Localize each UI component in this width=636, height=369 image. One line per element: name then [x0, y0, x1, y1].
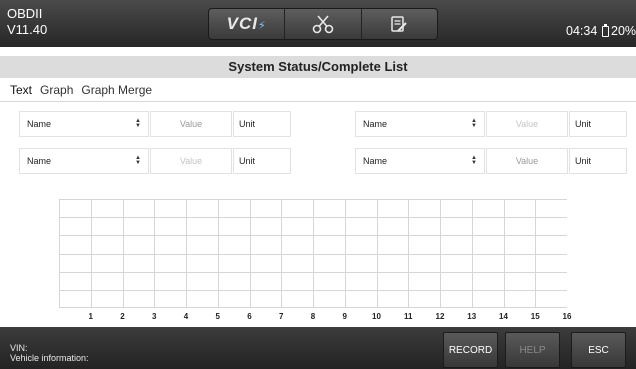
unit-field: Unit [233, 111, 291, 137]
app-name-block: OBDII V11.40 [7, 6, 47, 38]
name-dropdown[interactable]: Name ▲ ▼ [19, 148, 149, 174]
x-tick-label: 7 [279, 312, 284, 321]
name-dropdown[interactable]: Name ▲ ▼ [355, 111, 485, 137]
sort-updown-icon: ▲ ▼ [471, 155, 477, 166]
scissors-icon [312, 15, 334, 34]
unit-field: Unit [569, 148, 627, 174]
parameter-selector-4: Name ▲ ▼ Value Unit [355, 148, 627, 174]
x-tick-label: 15 [530, 312, 540, 321]
x-tick-label: 6 [247, 312, 252, 321]
tab-text[interactable]: Text [0, 81, 32, 99]
battery-status: 20% [602, 23, 636, 38]
app-version: V11.40 [7, 22, 48, 37]
report-button[interactable] [362, 9, 437, 39]
app-name: OBDII [7, 6, 43, 21]
x-tick-label: 2 [120, 312, 125, 321]
name-label: Name [363, 156, 388, 166]
x-tick-label: 11 [404, 312, 413, 321]
parameter-selector-2: Name ▲ ▼ Value Unit [355, 111, 627, 137]
sort-updown-icon: ▲ ▼ [135, 155, 141, 166]
scissors-button[interactable] [285, 9, 362, 39]
toolbar-group: VCI⚡ [208, 8, 438, 40]
x-tick-label: 1 [88, 312, 93, 321]
battery-icon [602, 23, 609, 37]
value-field: Value [486, 111, 568, 137]
x-tick-label: 5 [215, 312, 220, 321]
name-label: Name [27, 119, 52, 129]
x-tick-label: 10 [372, 312, 381, 321]
vci-label: VCI [226, 14, 258, 33]
clock: 04:34 [566, 24, 598, 38]
report-edit-icon [391, 16, 408, 32]
tab-graph[interactable]: Graph [32, 81, 73, 99]
x-tick-label: 13 [467, 312, 477, 321]
vin-label: VIN: [10, 343, 28, 353]
vci-button[interactable]: VCI⚡ [209, 9, 286, 39]
x-tick-label: 14 [499, 312, 508, 321]
x-tick-label: 9 [342, 312, 347, 321]
esc-button[interactable]: ESC [571, 332, 626, 368]
x-tick-label: 3 [152, 312, 157, 321]
top-bar: OBDII V11.40 VCI⚡ 04:34 20% [0, 0, 636, 47]
x-tick-label: 4 [183, 312, 189, 321]
unit-field: Unit [569, 111, 627, 137]
record-button[interactable]: RECORD [443, 332, 498, 368]
name-label: Name [27, 156, 52, 166]
vci-connection-icon: VCI⚡ [226, 14, 267, 33]
help-button[interactable]: HELP [505, 332, 560, 368]
name-label: Name [363, 119, 388, 129]
x-tick-label: 8 [310, 312, 316, 321]
tabs-divider [0, 101, 636, 102]
value-field: Value [150, 148, 232, 174]
x-tick-label: 16 [562, 312, 572, 321]
value-field: Value [486, 148, 568, 174]
vehicle-info: VIN: Vehicle information: [10, 343, 89, 363]
parameter-selector-3: Name ▲ ▼ Value Unit [19, 148, 291, 174]
live-data-graph [59, 199, 567, 308]
tab-graph-merge[interactable]: Graph Merge [73, 81, 152, 99]
vehicle-info-label: Vehicle information: [10, 353, 89, 363]
value-field: Value [150, 111, 232, 137]
sort-updown-icon: ▲ ▼ [135, 118, 141, 129]
x-tick-label: 12 [435, 312, 445, 321]
parameter-selector-1: Name ▲ ▼ Value Unit [19, 111, 291, 137]
name-dropdown[interactable]: Name ▲ ▼ [355, 148, 485, 174]
unit-field: Unit [233, 148, 291, 174]
page-title: System Status/Complete List [0, 56, 636, 78]
view-tabs: Text Graph Graph Merge [0, 81, 152, 99]
name-dropdown[interactable]: Name ▲ ▼ [19, 111, 149, 137]
sort-updown-icon: ▲ ▼ [471, 118, 477, 129]
battery-level: 20% [611, 24, 636, 38]
graph-grid [59, 199, 567, 308]
